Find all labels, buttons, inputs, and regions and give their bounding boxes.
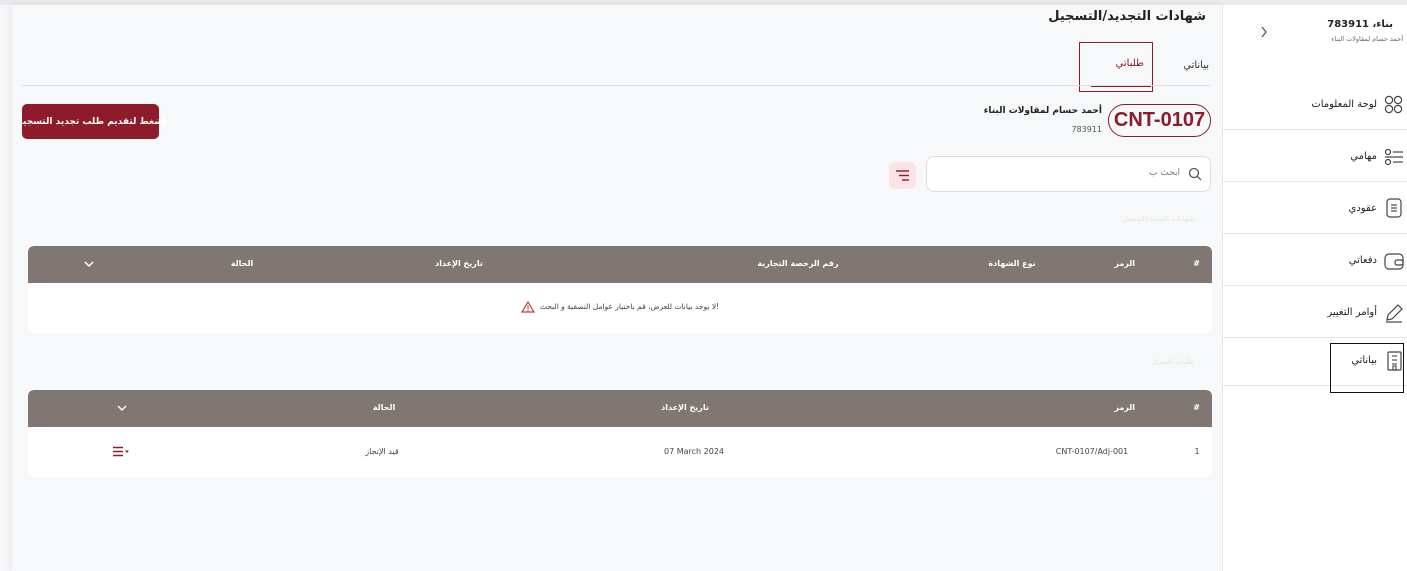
- user-id: 783911 ،بناء: [1327, 19, 1393, 30]
- sidebar-item-label: أوامر التغيير: [1327, 307, 1377, 318]
- edit-icon: [1386, 304, 1403, 323]
- chevron-down-icon[interactable]: [117, 404, 127, 412]
- main-content: شهادات التجديد/التسجيل بياناتي طلباتي إض…: [12, 5, 1222, 571]
- section-renewal-label: شهادات التجديد/التسجيل: [1122, 215, 1194, 223]
- sidebar-item-payments[interactable]: دفعاتي: [1223, 235, 1407, 286]
- tabs-divider: [22, 85, 1210, 86]
- col-certificate-type: نوع الشهادة: [988, 259, 1036, 268]
- chevron-down-icon[interactable]: [84, 260, 94, 268]
- col-code: الرمز: [1114, 259, 1135, 268]
- sidebar-item-label: لوحة المعلومات: [1311, 99, 1377, 110]
- active-item-highlight: [1330, 343, 1404, 393]
- col-index: #: [1193, 259, 1200, 268]
- search-placeholder: ابحث ب: [1149, 168, 1180, 178]
- col-code: الرمز: [1114, 403, 1135, 412]
- table-row[interactable]: 1 CNT-0107/Adj-001 07 March 2024 قيد الإ…: [28, 427, 1212, 477]
- sidebar-item-change-orders[interactable]: أوامر التغيير: [1223, 287, 1407, 338]
- sidebar: 783911 ،بناء أحمد حسام لمقاولات البناء ل…: [1222, 5, 1407, 571]
- search-icon: [1188, 167, 1202, 181]
- col-license-number: رقم الرخصة التجارية: [757, 259, 839, 268]
- empty-message: لا يوجد بيانات للعرض، قم باختيار عوامل ا…: [539, 302, 720, 311]
- warning-icon: [520, 300, 535, 313]
- filter-button[interactable]: [889, 162, 916, 189]
- empty-state: لا يوجد بيانات للعرض، قم باختيار عوامل ا…: [28, 296, 1212, 315]
- contract-icon: [1386, 198, 1402, 218]
- search-input[interactable]: ابحث ب: [926, 156, 1211, 192]
- tasks-icon: [1384, 148, 1403, 166]
- table-header: # الرمز نوع الشهادة رقم الرخصة التجارية …: [28, 246, 1212, 283]
- sidebar-item-label: عقودي: [1348, 203, 1377, 214]
- row-index: 1: [1194, 447, 1200, 456]
- col-index: #: [1193, 403, 1200, 412]
- row-actions-menu-icon[interactable]: [113, 446, 129, 457]
- contract-code-badge: CNT-0107: [1108, 104, 1211, 137]
- submit-renewal-request-button[interactable]: إضغط لتقديم طلب تجديد التسجيل: [15, 104, 166, 139]
- company-name: أحمد حسام لمقاولات البناء: [983, 106, 1102, 116]
- sidebar-item-label: دفعاتي: [1348, 255, 1377, 266]
- tab-my-data[interactable]: بياناتي: [1183, 60, 1209, 71]
- user-company: أحمد حسام لمقاولات البناء: [1331, 35, 1403, 43]
- page-title: شهادات التجديد/التسجيل: [1048, 9, 1206, 24]
- company-id: 783911: [1071, 125, 1102, 134]
- section-adjustments-label: طلبات التعديل: [1152, 358, 1194, 366]
- renewal-certificates-table: # الرمز نوع الشهادة رقم الرخصة التجارية …: [28, 246, 1212, 333]
- sidebar-item-contracts[interactable]: عقودي: [1223, 183, 1407, 234]
- row-date: 07 March 2024: [663, 447, 725, 456]
- table-header: # الرمز تاريخ الإعداد الحالة: [28, 390, 1212, 427]
- row-status: قيد الإنجاز: [365, 447, 399, 456]
- wallet-icon: [1384, 253, 1404, 270]
- col-prep-date: تاريخ الإعداد: [661, 403, 709, 412]
- sidebar-item-tasks[interactable]: مهامي: [1223, 131, 1407, 182]
- adjustment-requests-table: # الرمز تاريخ الإعداد الحالة 1 CNT-0107/…: [28, 390, 1212, 477]
- row-code[interactable]: CNT-0107/Adj-001: [1056, 447, 1128, 456]
- col-status: الحالة: [372, 403, 396, 412]
- filter-icon: [896, 170, 909, 181]
- col-status: الحالة: [230, 259, 254, 268]
- col-prep-date: تاريخ الإعداد: [435, 259, 483, 268]
- sidebar-item-dashboard[interactable]: لوحة المعلومات: [1223, 79, 1407, 130]
- sidebar-item-label: مهامي: [1350, 151, 1377, 162]
- dashboard-icon: [1384, 95, 1403, 114]
- collapse-chevron-icon[interactable]: [1260, 26, 1268, 38]
